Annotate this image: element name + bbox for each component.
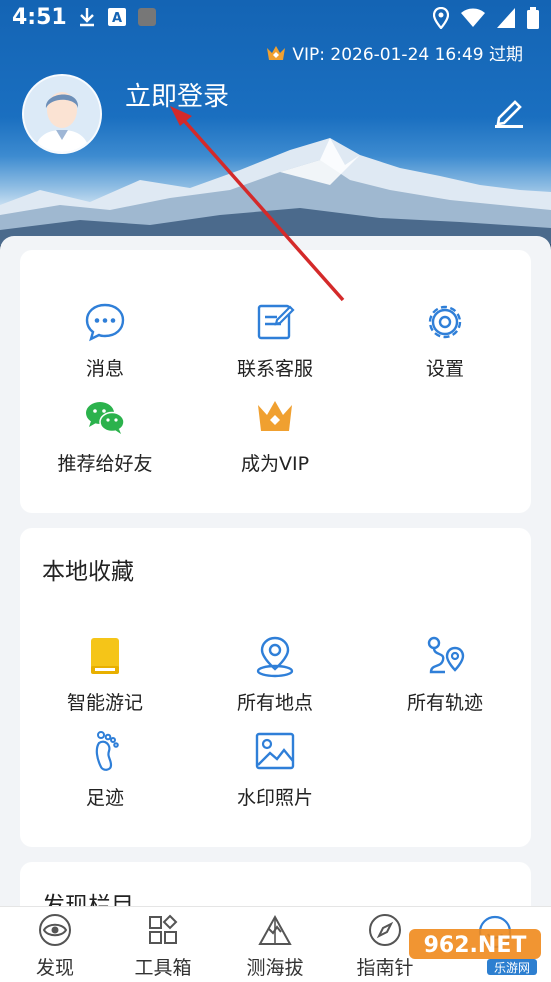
local-item-all-places[interactable]: 所有地点 xyxy=(190,634,360,715)
local-item-all-tracks[interactable]: 所有轨迹 xyxy=(360,634,530,715)
local-item-label: 所有地点 xyxy=(236,692,313,714)
toolbox-icon xyxy=(149,914,178,944)
location-icon xyxy=(433,7,449,29)
menu-item-label: 成为VIP xyxy=(240,453,310,475)
local-item-label: 水印照片 xyxy=(236,787,313,809)
tab-label: 工具箱 xyxy=(134,957,192,979)
local-item-label: 所有轨迹 xyxy=(406,692,483,714)
mountain-icon xyxy=(258,914,292,945)
gear-icon xyxy=(428,305,462,339)
chat-bubble-icon xyxy=(85,303,125,342)
site-watermark: 962.NET 乐游网 xyxy=(405,915,545,977)
status-time: 4:51 xyxy=(12,5,67,30)
vip-expiry-text: VIP: 2026-01-24 16:49 过期 xyxy=(292,45,523,65)
content-area: 消息 联系客服 设置 推荐给好友 成为VIP 本地收藏 智能游记 所有地点 所有… xyxy=(0,236,551,942)
tab-label: 测海拔 xyxy=(246,957,304,979)
local-item-label: 智能游记 xyxy=(66,692,143,714)
menu-item-label: 推荐给好友 xyxy=(57,453,153,475)
avatar[interactable] xyxy=(22,74,102,154)
card-title: 本地收藏 xyxy=(42,559,134,585)
menu-item-label: 设置 xyxy=(425,358,464,380)
watermark-brand: 962.NET xyxy=(424,933,527,958)
wifi-icon xyxy=(461,8,485,27)
notebook-icon xyxy=(91,638,119,674)
app-square-icon xyxy=(138,8,156,26)
menu-item-messages[interactable]: 消息 xyxy=(20,300,190,381)
local-item-label: 足迹 xyxy=(85,787,124,809)
local-item-smart-travelogue[interactable]: 智能游记 xyxy=(20,634,190,715)
tab-toolbox[interactable]: 工具箱 xyxy=(108,913,218,980)
svg-text:A: A xyxy=(112,11,122,26)
tab-label: 发现 xyxy=(35,957,74,979)
pencil-icon[interactable] xyxy=(493,98,525,128)
local-favorites-card: 本地收藏 智能游记 所有地点 所有轨迹 足迹 水印照片 xyxy=(20,528,531,847)
eye-icon xyxy=(39,914,71,946)
tab-discover[interactable]: 发现 xyxy=(0,913,110,980)
compass-icon xyxy=(369,914,401,946)
watermark-sub: 乐游网 xyxy=(494,961,530,975)
local-item-watermark-photos[interactable]: 水印照片 xyxy=(190,729,360,810)
menu-item-become-vip[interactable]: 成为VIP xyxy=(190,395,360,476)
user-avatar-icon xyxy=(24,76,100,152)
download-icon xyxy=(80,8,94,27)
watermark-logo: 962.NET 乐游网 xyxy=(409,929,541,975)
font-a-icon: A xyxy=(108,8,126,26)
status-bar: 4:51 A xyxy=(0,0,551,38)
menu-item-settings[interactable]: 设置 xyxy=(360,300,530,381)
battery-icon xyxy=(527,7,539,29)
menu-item-label: 消息 xyxy=(85,358,124,380)
crown-icon xyxy=(267,45,286,60)
route-icon xyxy=(427,636,465,674)
map-pin-icon xyxy=(256,636,294,678)
footprint-icon xyxy=(95,731,119,771)
menu-card: 消息 联系客服 设置 推荐给好友 成为VIP xyxy=(20,250,531,513)
signal-icon xyxy=(497,8,515,28)
tab-altitude[interactable]: 测海拔 xyxy=(220,913,330,980)
crown-icon xyxy=(258,401,292,431)
local-item-footprints[interactable]: 足迹 xyxy=(20,729,190,810)
edit-note-icon xyxy=(257,304,295,340)
image-icon xyxy=(255,732,295,770)
menu-item-customer-service[interactable]: 联系客服 xyxy=(190,300,360,381)
menu-item-recommend[interactable]: 推荐给好友 xyxy=(20,395,190,476)
login-button[interactable]: 立即登录 xyxy=(125,76,229,113)
vip-expiry: VIP: 2026-01-24 16:49 过期 xyxy=(266,40,523,65)
wechat-icon xyxy=(86,402,125,434)
menu-item-label: 联系客服 xyxy=(236,358,313,380)
